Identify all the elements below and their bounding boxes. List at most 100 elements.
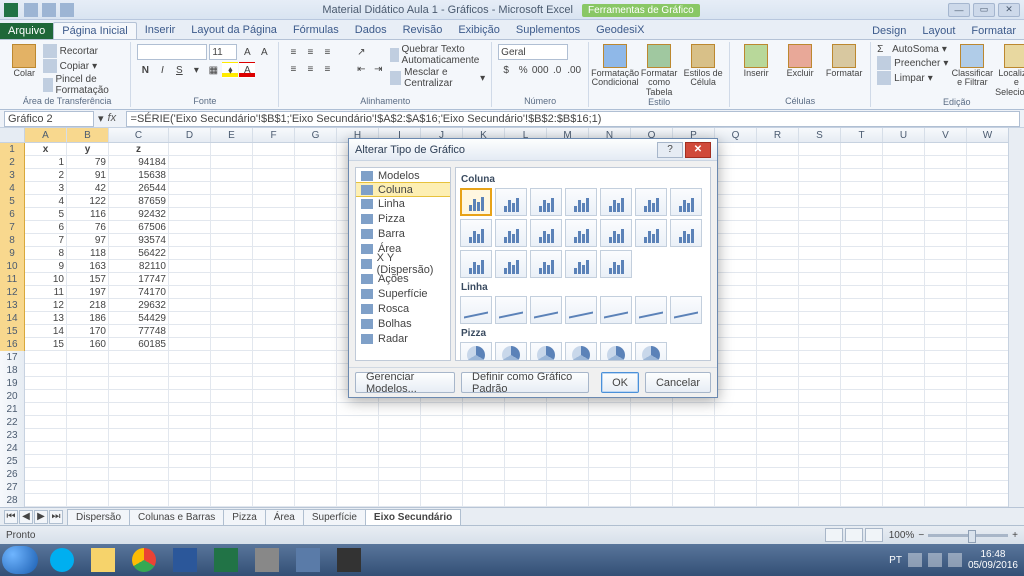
cell[interactable]	[715, 299, 757, 312]
cell[interactable]	[715, 416, 757, 429]
cell[interactable]	[841, 286, 883, 299]
category-item[interactable]: Coluna	[355, 182, 451, 197]
cell[interactable]	[799, 182, 841, 195]
cell[interactable]	[799, 377, 841, 390]
zoom-level[interactable]: 100%	[889, 530, 915, 541]
cell[interactable]	[211, 234, 253, 247]
cell[interactable]	[799, 312, 841, 325]
merge-center-button[interactable]: Mesclar e Centralizar ▾	[390, 67, 485, 89]
cell[interactable]	[841, 403, 883, 416]
fx-icon[interactable]: fx	[108, 112, 122, 126]
cell[interactable]	[799, 325, 841, 338]
cell[interactable]	[631, 494, 673, 507]
cell[interactable]	[799, 260, 841, 273]
ok-button[interactable]: OK	[601, 372, 639, 393]
chart-thumb[interactable]	[530, 219, 562, 247]
cell[interactable]	[211, 325, 253, 338]
cell[interactable]: 60185	[109, 338, 169, 351]
chart-thumb[interactable]	[460, 188, 492, 216]
cell[interactable]	[799, 234, 841, 247]
cell[interactable]: x	[25, 143, 67, 156]
cell[interactable]	[67, 416, 109, 429]
cell[interactable]	[253, 234, 295, 247]
cell[interactable]	[841, 390, 883, 403]
cell[interactable]	[757, 273, 799, 286]
column-header[interactable]: G	[295, 128, 337, 142]
cell[interactable]	[715, 442, 757, 455]
cell[interactable]	[253, 338, 295, 351]
cell[interactable]	[67, 364, 109, 377]
cell[interactable]	[967, 169, 1009, 182]
tab-exibição[interactable]: Exibição	[450, 22, 508, 39]
chart-thumb[interactable]	[635, 219, 667, 247]
cell-styles-button[interactable]: Estilos de Célula	[683, 44, 723, 88]
chart-thumb[interactable]	[530, 250, 562, 278]
sort-filter-button[interactable]: Classificar e Filtrar	[952, 44, 992, 88]
row-header[interactable]: 19	[0, 377, 25, 390]
cell[interactable]: 93574	[109, 234, 169, 247]
row-header[interactable]: 22	[0, 416, 25, 429]
cell[interactable]	[925, 403, 967, 416]
tab-file[interactable]: Arquivo	[0, 23, 53, 39]
cancel-button[interactable]: Cancelar	[645, 372, 711, 393]
cell[interactable]	[841, 156, 883, 169]
cell[interactable]	[631, 403, 673, 416]
cell[interactable]: 3	[25, 182, 67, 195]
cell[interactable]	[253, 221, 295, 234]
italic-button[interactable]: I	[154, 62, 170, 78]
cell[interactable]	[211, 416, 253, 429]
cell[interactable]	[925, 273, 967, 286]
row-header[interactable]: 17	[0, 351, 25, 364]
cell[interactable]	[631, 442, 673, 455]
column-header[interactable]: C	[109, 128, 169, 142]
cell[interactable]	[253, 169, 295, 182]
cell[interactable]	[169, 299, 211, 312]
cell[interactable]	[505, 494, 547, 507]
cut-button[interactable]: Recortar	[43, 44, 125, 58]
cell[interactable]	[169, 273, 211, 286]
cell[interactable]	[799, 247, 841, 260]
column-header[interactable]: V	[925, 128, 967, 142]
cell[interactable]	[757, 416, 799, 429]
cell[interactable]	[169, 247, 211, 260]
cell[interactable]	[883, 208, 925, 221]
cell[interactable]	[757, 156, 799, 169]
cell[interactable]	[211, 312, 253, 325]
cell[interactable]	[337, 468, 379, 481]
cell[interactable]	[883, 286, 925, 299]
cell[interactable]	[505, 416, 547, 429]
cell[interactable]	[799, 494, 841, 507]
cell[interactable]	[715, 234, 757, 247]
currency-icon[interactable]: $	[498, 62, 514, 78]
cell[interactable]	[211, 156, 253, 169]
cell[interactable]	[253, 286, 295, 299]
cell[interactable]	[715, 481, 757, 494]
cell[interactable]	[589, 455, 631, 468]
cell[interactable]	[169, 442, 211, 455]
cell[interactable]	[883, 299, 925, 312]
cell[interactable]	[589, 442, 631, 455]
cell[interactable]	[169, 429, 211, 442]
cell[interactable]	[547, 455, 589, 468]
cell[interactable]	[715, 403, 757, 416]
cell[interactable]	[883, 442, 925, 455]
cell[interactable]	[253, 468, 295, 481]
minimize-button[interactable]: —	[948, 3, 970, 17]
cell[interactable]	[841, 442, 883, 455]
taskbar-explorer[interactable]	[83, 546, 123, 574]
cell[interactable]	[841, 325, 883, 338]
cell[interactable]	[253, 481, 295, 494]
cell[interactable]	[421, 416, 463, 429]
cell[interactable]	[841, 169, 883, 182]
cell[interactable]	[211, 273, 253, 286]
cell[interactable]	[757, 208, 799, 221]
cell[interactable]	[673, 403, 715, 416]
cell[interactable]	[925, 143, 967, 156]
comma-icon[interactable]: 000	[532, 62, 548, 78]
cell[interactable]	[67, 429, 109, 442]
cell[interactable]	[379, 468, 421, 481]
cell[interactable]	[169, 494, 211, 507]
cell[interactable]	[295, 182, 337, 195]
cell[interactable]	[379, 494, 421, 507]
cell[interactable]	[925, 260, 967, 273]
